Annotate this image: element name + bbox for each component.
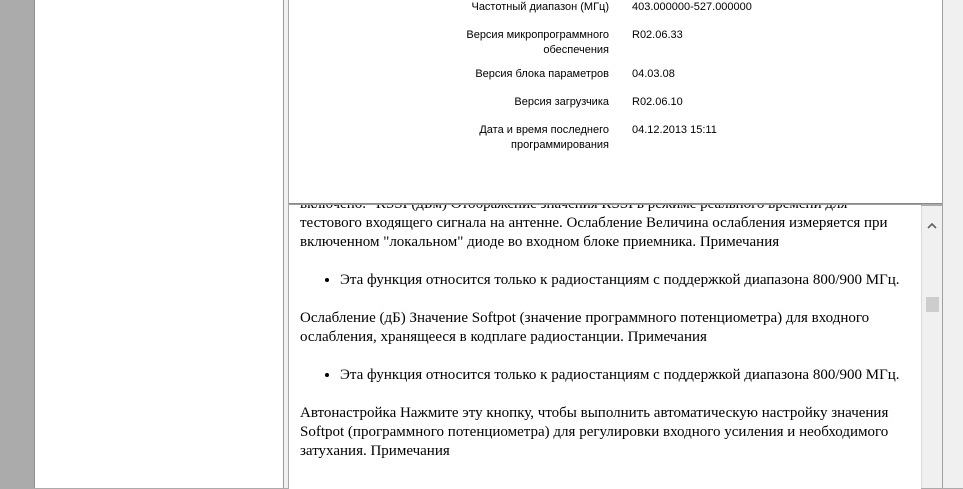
property-label: Версия микропрограммного обеспечения [466,29,609,56]
window-right-edge [942,0,963,488]
help-note: Эта функция относится только к радиостан… [340,366,915,385]
scrollbar-thumb[interactable] [926,297,939,312]
help-scrollbar[interactable] [921,206,942,488]
help-content: включено. "RSSI (дБм) Отображение значен… [300,204,915,480]
property-value: R02.06.33 [632,29,683,41]
property-label: Частотный диапазон (МГц) [471,1,609,13]
help-notes-list: Эта функция относится только к радиостан… [300,271,915,290]
chevron-up-icon[interactable] [926,220,938,232]
property-value: R02.06.10 [632,96,683,108]
help-text-partial: включено. "RSSI (дБм) Отображение значен… [300,204,848,212]
help-notes-list: Эта функция относится только к радиостан… [300,366,915,385]
property-value: 04.12.2013 15:11 [632,124,717,136]
property-value: 04.03.08 [632,68,675,80]
help-note: Эта функция относится только к радиостан… [340,271,915,290]
help-paragraph: Ослабление (дБ) Значение Softpot (значен… [300,310,870,345]
help-pane: включено. "RSSI (дБм) Отображение значен… [289,204,921,489]
properties-panel: Частотный диапазон (МГц) 403.000000-527.… [289,0,942,204]
left-frame [0,0,34,488]
property-label: Версия блока параметров [475,68,609,80]
help-paragraph: Автонастройка Нажмите эту кнопку, чтобы … [300,404,915,461]
property-label: Версия загрузчика [514,96,609,108]
help-paragraph: включено. "RSSI (дБм) Отображение значен… [300,204,915,252]
help-text: тестового входящего сигнала на антенне. … [300,215,888,250]
property-value: 403.000000-527.000000 [632,1,752,13]
navigation-pane [35,0,284,488]
property-label: Дата и время последнего программирования [479,124,609,151]
